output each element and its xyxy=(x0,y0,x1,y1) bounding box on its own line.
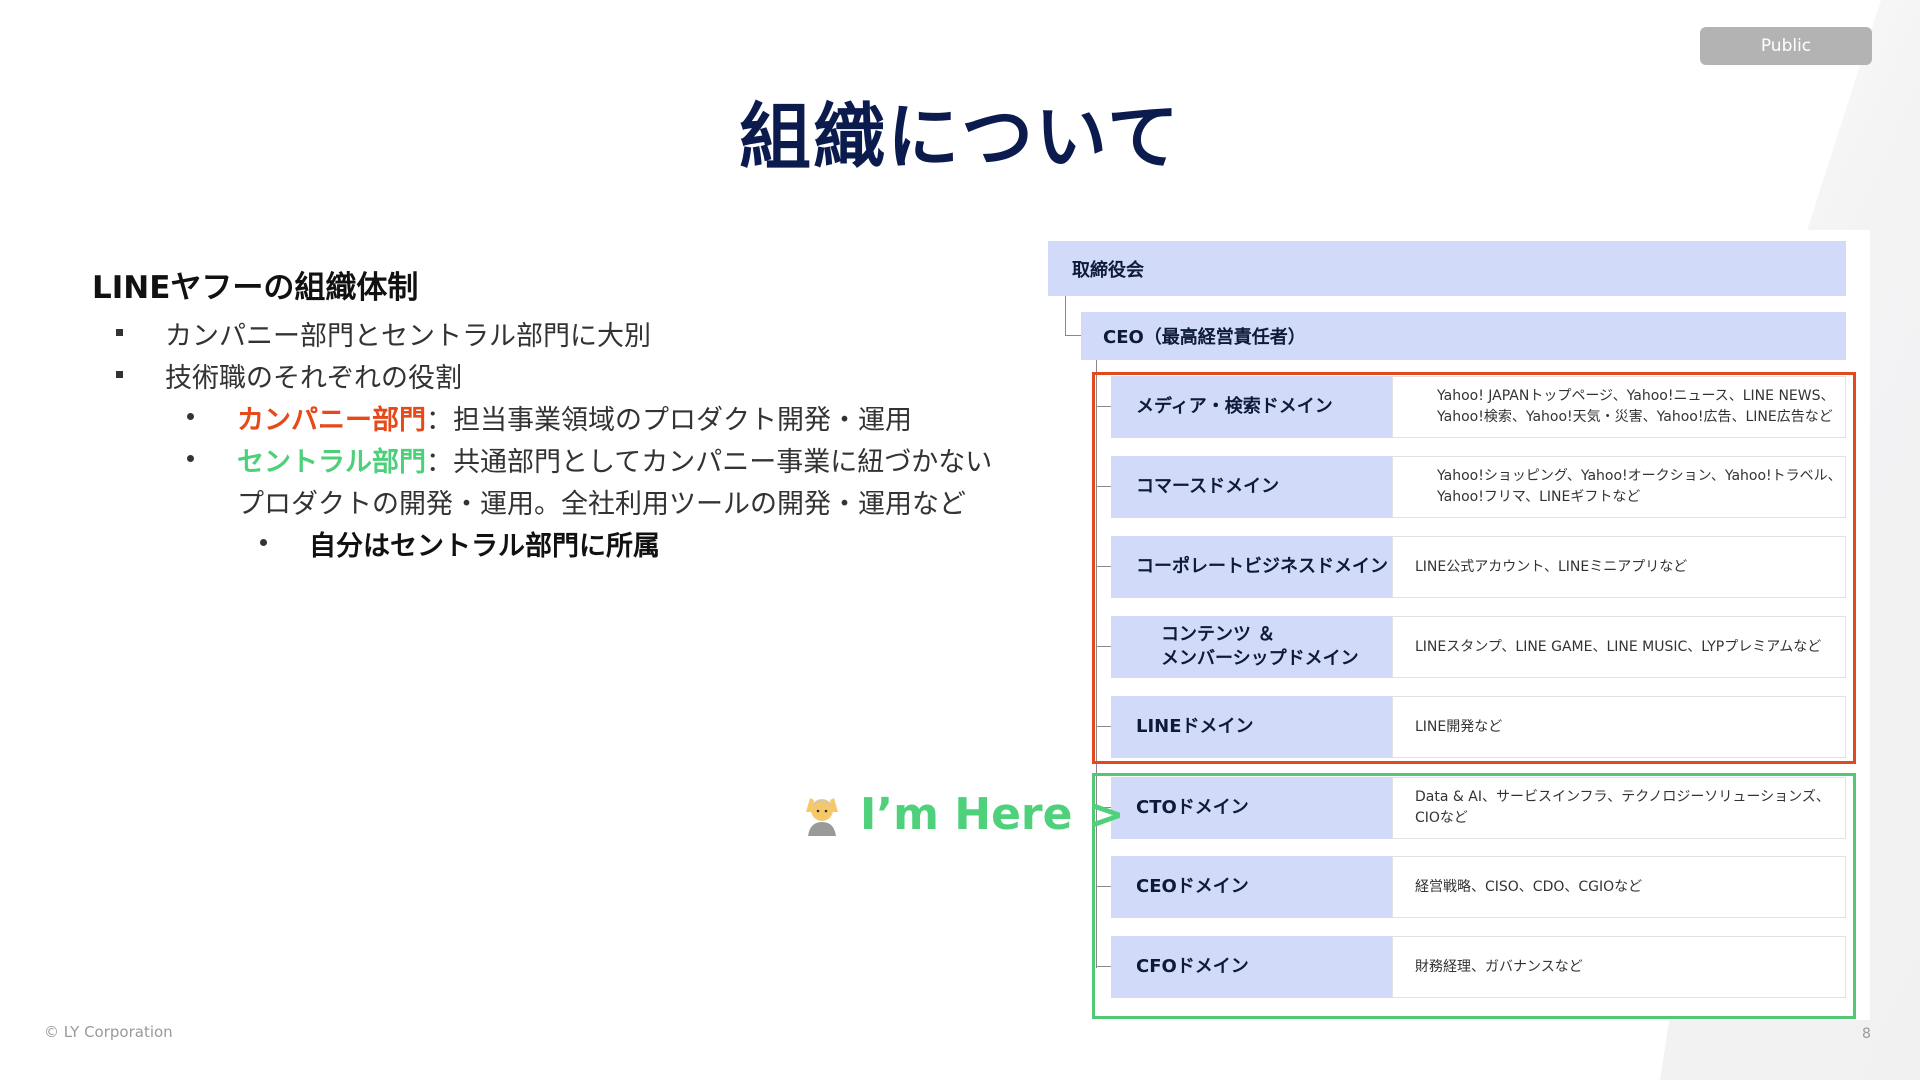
bullet-item-2: 技術職のそれぞれの役割 xyxy=(165,363,462,394)
section-heading: LINEヤフーの組織体制 xyxy=(92,270,419,306)
bullet-item-1: カンパニー部門とセントラル部門に大別 xyxy=(165,321,651,352)
central-division-text: ：共通部門としてカンパニー事業に紐づかない xyxy=(426,447,993,478)
company-division-frame xyxy=(1092,372,1856,764)
ceo-box: CEO（最高経営責任者） xyxy=(1081,312,1846,360)
board-label: 取締役会 xyxy=(1072,259,1144,281)
bullet-dot xyxy=(260,539,267,546)
central-division-text-cont: プロダクトの開発・運用。全社利用ツールの開発・運用など xyxy=(237,489,966,520)
im-here-label: I’m Here > xyxy=(860,788,1125,840)
page-title: 組織について xyxy=(739,95,1181,179)
im-here-callout: I’m Here > xyxy=(800,788,1125,840)
sub-sub-bullet: 自分はセントラル部門に所属 xyxy=(309,531,660,562)
connector-line xyxy=(1065,296,1066,336)
bullet-dot xyxy=(187,455,194,462)
company-division-label: カンパニー部門 xyxy=(237,405,426,436)
person-raising-hands-icon xyxy=(806,798,838,836)
sub-bullet-central: セントラル部門：共通部門としてカンパニー事業に紐づかない xyxy=(237,440,992,479)
central-division-label: セントラル部門 xyxy=(237,447,426,478)
public-badge: Public xyxy=(1700,27,1872,65)
bullet-square xyxy=(116,329,123,336)
ceo-label: CEO（最高経営責任者） xyxy=(1103,327,1306,348)
central-division-frame xyxy=(1092,773,1856,1019)
connector-line xyxy=(1065,335,1081,336)
bullet-square xyxy=(116,371,123,378)
sub-bullet-company: カンパニー部門：担当事業領域のプロダクト開発・運用 xyxy=(237,398,912,437)
board-box: 取締役会 xyxy=(1048,241,1846,296)
copyright: © LY Corporation xyxy=(44,1023,173,1041)
company-division-text: ：担当事業領域のプロダクト開発・運用 xyxy=(426,405,912,436)
bullet-dot xyxy=(187,413,194,420)
page-number: 8 xyxy=(1862,1026,1871,1042)
